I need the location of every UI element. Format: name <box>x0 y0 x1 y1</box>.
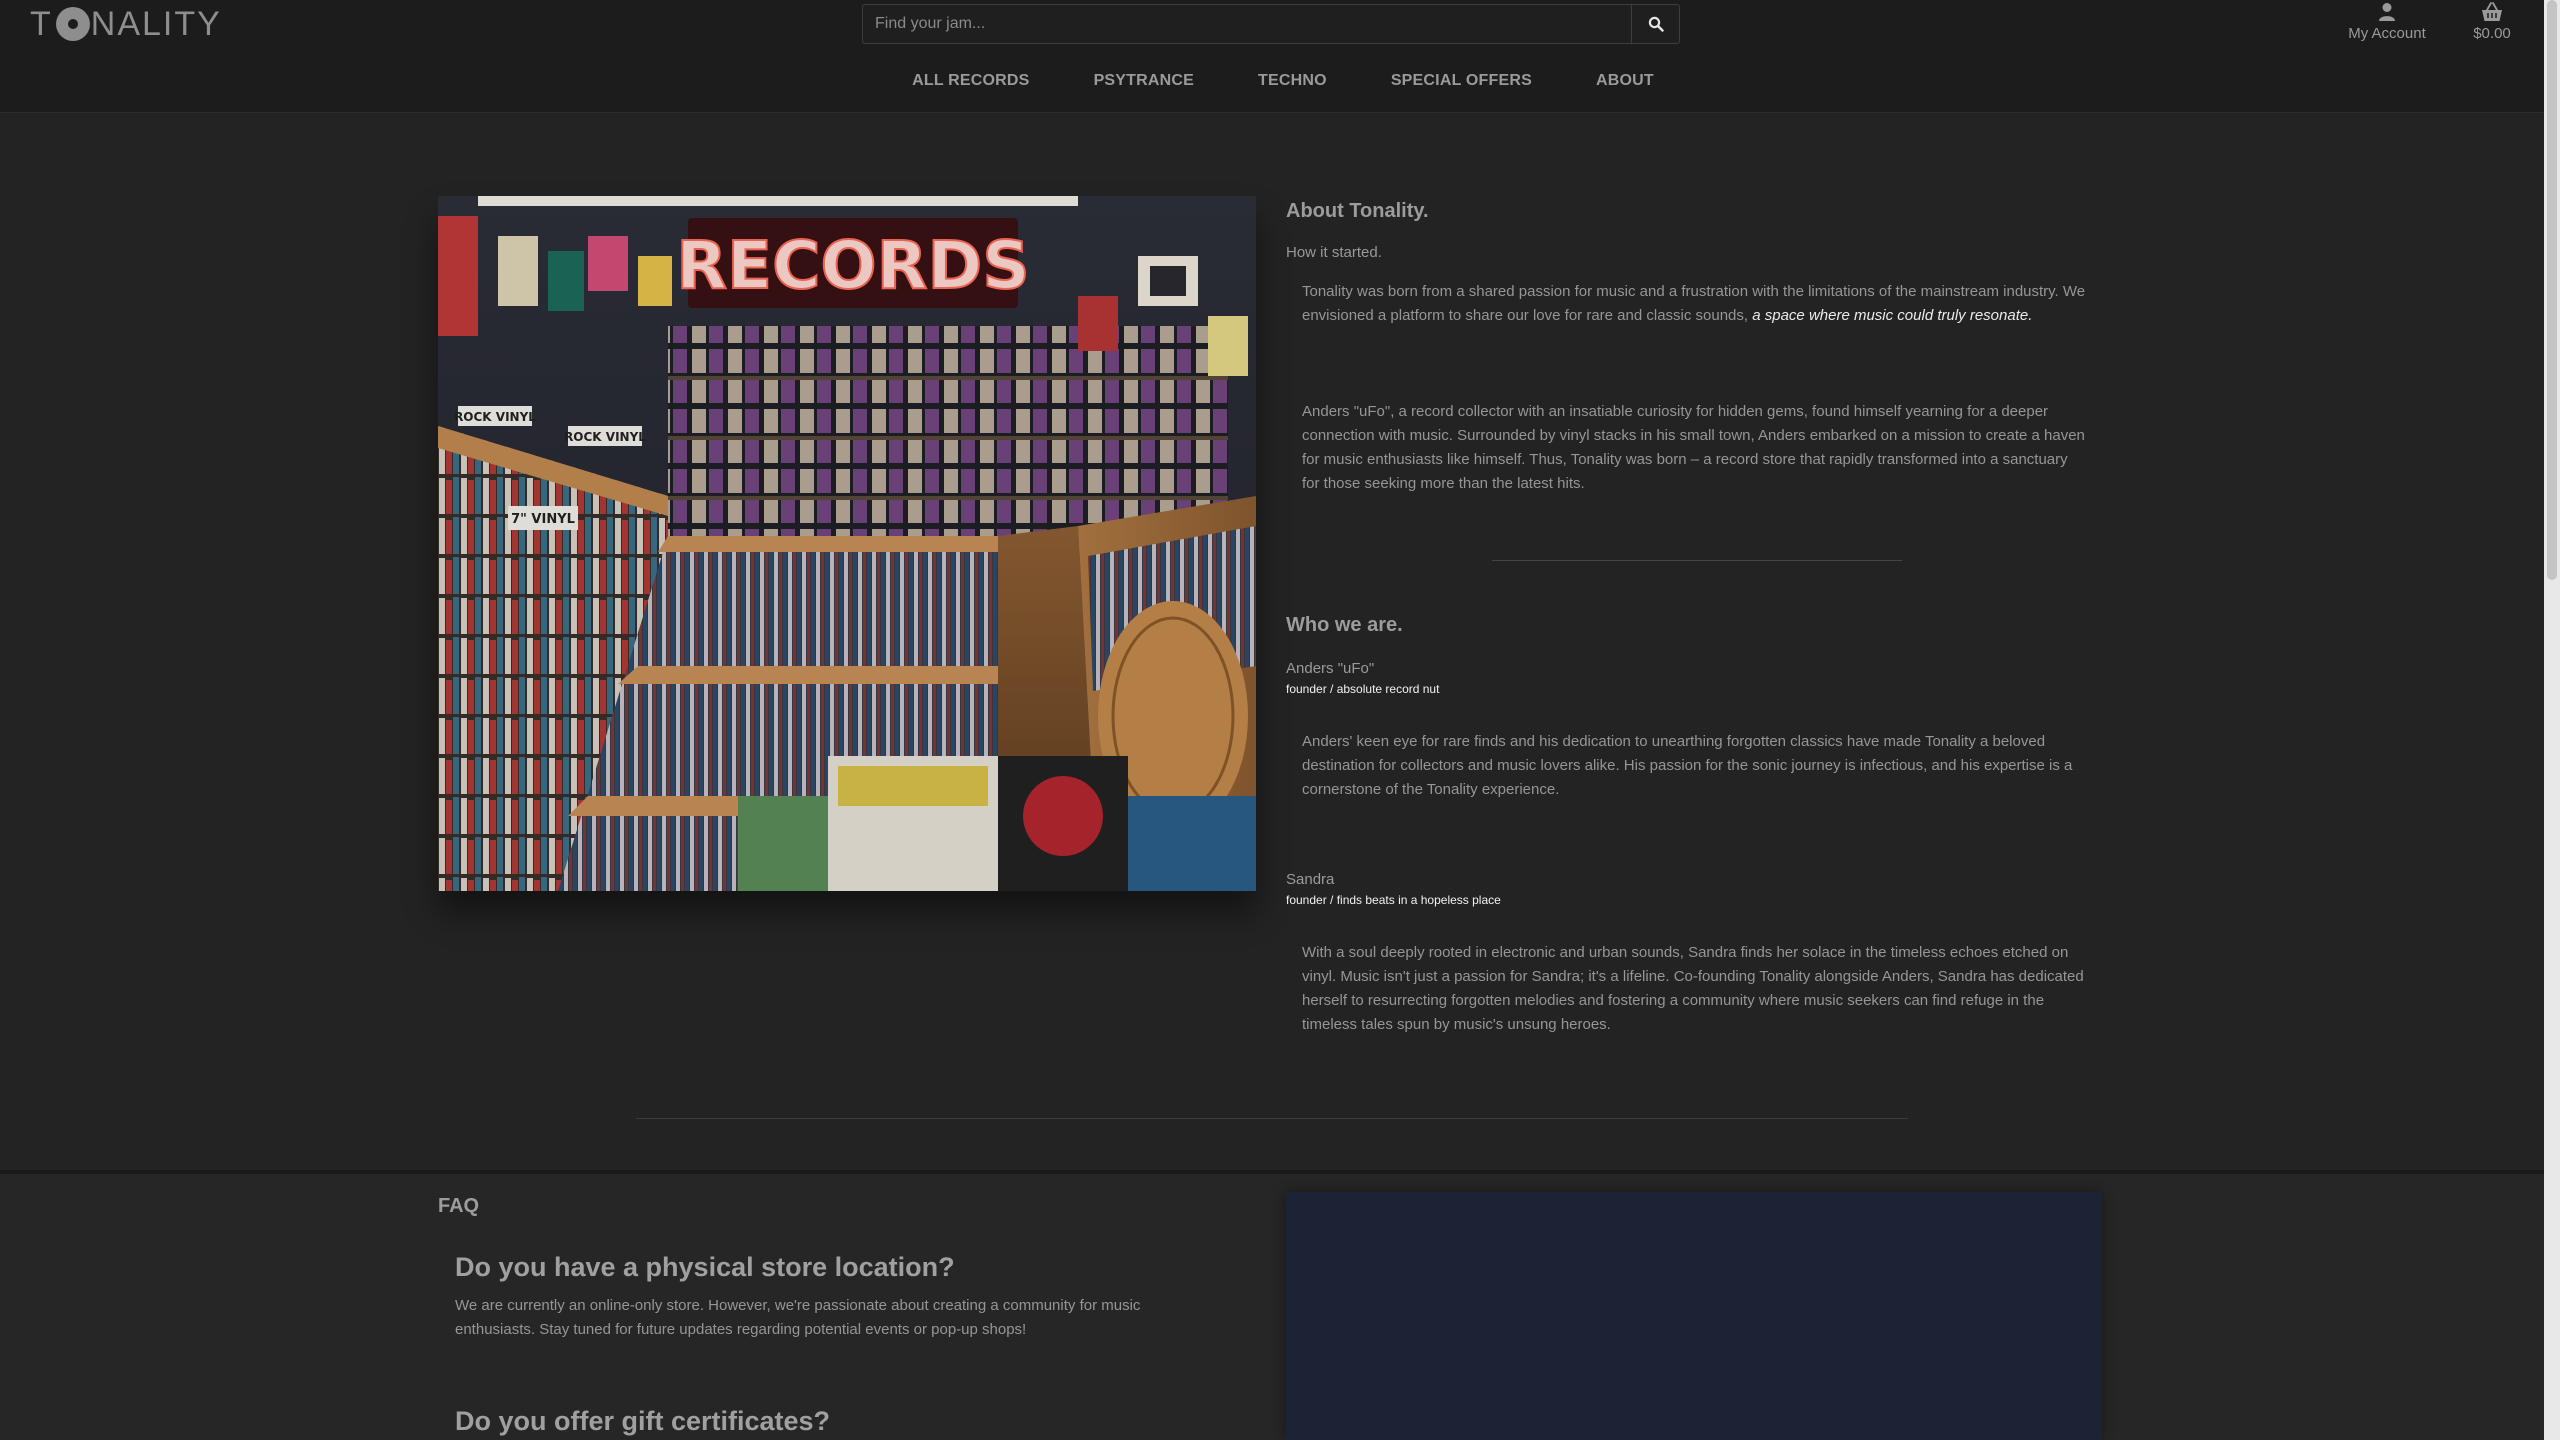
faq-heading: FAQ <box>438 1195 480 1217</box>
who-heading: Who we are. <box>1286 614 1403 636</box>
record-store-photo: RECORDS ROCK VINYL ROCK VINYL 7" VINYL <box>438 196 1256 891</box>
cart-total: $0.00 <box>2473 25 2511 42</box>
search-icon <box>1648 16 1664 32</box>
about-subheading: How it started. <box>1286 244 1382 261</box>
site-header: T NALITY My Account <box>0 0 2544 113</box>
cart-link[interactable]: $0.00 <box>2466 0 2518 42</box>
my-account-link[interactable]: My Account <box>2338 0 2436 42</box>
about-paragraph-1: Tonality was born from a shared passion … <box>1302 280 2086 328</box>
search-bar <box>862 4 1680 44</box>
person-name-sandra: Sandra <box>1286 871 1335 888</box>
basket-icon <box>2482 2 2502 21</box>
about-heading: About Tonality. <box>1286 200 1429 222</box>
faq-question-2: Do you offer gift certificates? <box>455 1406 831 1436</box>
person-bio-sandra: With a soul deeply rooted in electronic … <box>1302 944 2084 1033</box>
nav-psytrance[interactable]: PSYTRANCE <box>1062 60 1226 110</box>
nav-all-records[interactable]: ALL RECORDS <box>880 60 1061 110</box>
nav-special-offers[interactable]: SPECIAL OFFERS <box>1359 60 1564 110</box>
faq-answer-1: We are currently an online-only store. H… <box>455 1297 1141 1338</box>
logo-letter-t: T <box>30 4 53 43</box>
faq-band <box>0 1170 2544 1440</box>
vinyl-disc-icon <box>55 7 90 41</box>
page: T NALITY My Account <box>0 0 2560 1440</box>
search-button[interactable] <box>1631 4 1680 44</box>
nav-techno[interactable]: TECHNO <box>1226 60 1359 110</box>
person-role-sandra: founder / finds beats in a hopeless plac… <box>1286 893 1501 907</box>
site-logo[interactable]: T NALITY <box>30 2 222 46</box>
page-scrollbar[interactable] <box>2544 0 2560 1440</box>
map-embed[interactable] <box>1286 1192 2102 1440</box>
faq-question-1: Do you have a physical store location? <box>455 1252 955 1282</box>
scrollbar-thumb[interactable] <box>2547 0 2557 580</box>
about-paragraph-1-emphasis: a space where music could truly resonate… <box>1752 307 2033 324</box>
person-name-anders: Anders "uFo" <box>1286 660 1375 677</box>
person-bio-anders: Anders' keen eye for rare finds and his … <box>1302 733 2073 798</box>
search-input[interactable] <box>862 4 1631 44</box>
record-store-illustration: RECORDS ROCK VINYL ROCK VINYL 7" VINYL <box>438 196 1256 891</box>
person-role-anders: founder / absolute record nut <box>1286 682 1440 696</box>
logo-wordmark: NALITY <box>90 4 222 43</box>
about-paragraph-2: Anders "uFo", a record collector with an… <box>1302 403 2085 492</box>
main-nav: ALL RECORDS PSYTRANCE TECHNO SPECIAL OFF… <box>0 60 2544 110</box>
page-divider <box>636 1118 1908 1119</box>
nav-about[interactable]: ABOUT <box>1564 60 1686 110</box>
section-divider <box>1492 560 1902 561</box>
user-icon <box>2379 3 2395 21</box>
my-account-label: My Account <box>2348 25 2426 42</box>
